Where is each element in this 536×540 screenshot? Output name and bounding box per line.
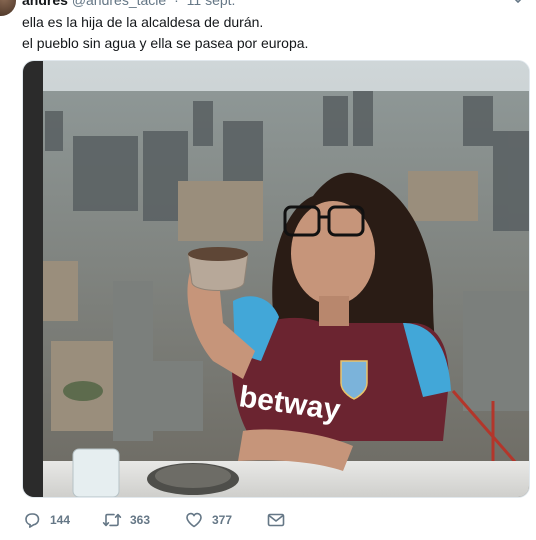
- separator-dot: ·: [174, 0, 179, 8]
- tweet-actions: 144 363 377: [22, 508, 522, 532]
- envelope-icon: [266, 510, 286, 530]
- reply-icon: [22, 510, 42, 530]
- display-name[interactable]: andres: [22, 0, 68, 8]
- reply-button[interactable]: 144: [22, 510, 102, 530]
- tweet: andres @andres_tacle · 11 sept. ella es …: [0, 0, 536, 540]
- tweet-header: andres @andres_tacle · 11 sept.: [22, 0, 235, 8]
- retweet-count: 363: [130, 513, 151, 527]
- avatar[interactable]: [0, 0, 16, 16]
- retweet-icon: [102, 510, 122, 530]
- tweet-text-line: el pueblo sin agua y ella se pasea por e…: [22, 35, 309, 51]
- like-button[interactable]: 377: [184, 510, 266, 530]
- like-count: 377: [212, 513, 233, 527]
- direct-message-button[interactable]: [266, 510, 306, 530]
- tweet-text: ella es la hija de la alcaldesa de durán…: [22, 12, 522, 54]
- chevron-down-icon[interactable]: [512, 0, 524, 4]
- reply-count: 144: [50, 513, 71, 527]
- retweet-button[interactable]: 363: [102, 510, 184, 530]
- tweet-text-line: ella es la hija de la alcaldesa de durán…: [22, 14, 264, 30]
- tweet-photo[interactable]: betway: [22, 60, 530, 498]
- photo-illustration: betway: [23, 61, 529, 497]
- user-handle[interactable]: @andres_tacle: [72, 0, 166, 8]
- timestamp[interactable]: 11 sept.: [187, 0, 236, 8]
- heart-icon: [184, 510, 204, 530]
